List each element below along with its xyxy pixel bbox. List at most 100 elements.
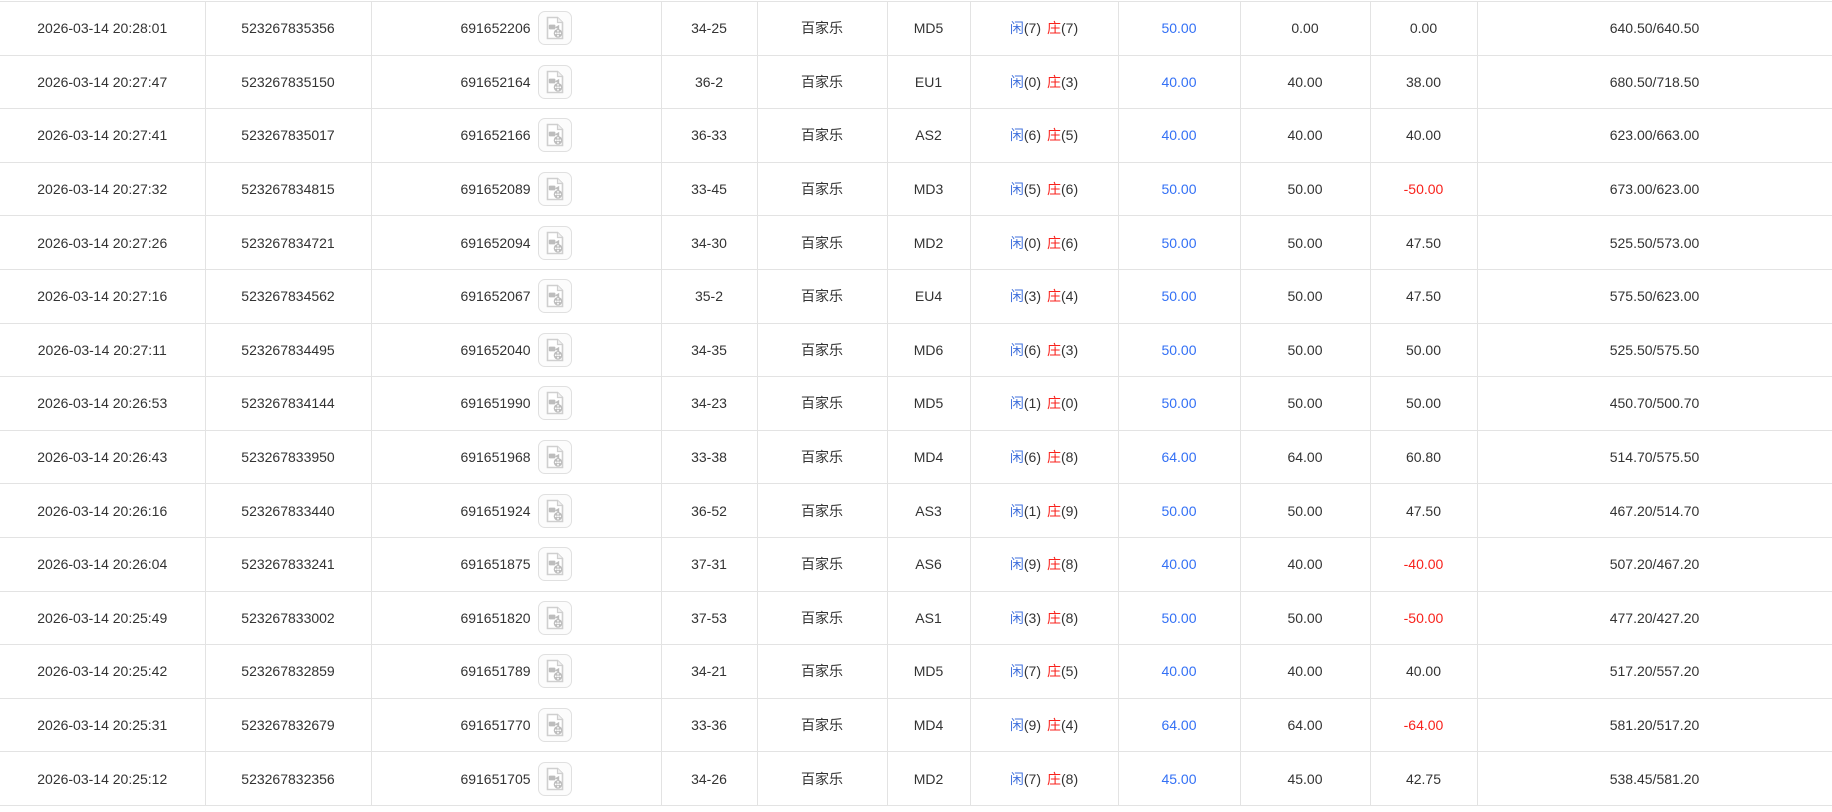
round-number: 691651770: [460, 717, 531, 734]
shoe-round-cell: 37-31: [660, 536, 758, 592]
player-banker-cell: 闲(6) 庄(5): [969, 108, 1119, 163]
round-number-cell: 691651789: [370, 644, 662, 699]
player-points: (7): [1023, 663, 1041, 680]
win-loss-cell: -40.00: [1369, 536, 1478, 592]
video-replay-button[interactable]: [537, 225, 572, 260]
player-banker-cell: 闲(5) 庄(6): [969, 161, 1119, 217]
player-points: (0): [1023, 234, 1041, 251]
bet-number-cell: 523267834495: [204, 322, 372, 378]
banker-label: 庄: [1047, 127, 1061, 144]
video-replay-button[interactable]: [537, 172, 572, 207]
player-points: (6): [1023, 341, 1041, 358]
video-replay-button[interactable]: [537, 493, 572, 528]
player-banker-cell: 闲(0) 庄(3): [969, 54, 1119, 110]
banker-label: 庄: [1047, 73, 1061, 90]
banker-label: 庄: [1047, 502, 1061, 519]
player-label: 闲: [1009, 20, 1024, 37]
video-replay-button[interactable]: [537, 11, 572, 46]
video-replay-button[interactable]: [537, 118, 572, 153]
shoe-round-cell: 34-23: [660, 376, 758, 431]
table-code-cell: MD6: [886, 322, 971, 378]
bet-amount-cell: 50.00: [1117, 1, 1241, 56]
shoe-round-cell: 34-26: [660, 751, 758, 806]
shoe-round-cell: 34-25: [660, 1, 758, 56]
shoe-round-cell: 36-33: [660, 108, 758, 163]
valid-amount-cell: 40.00: [1239, 644, 1371, 699]
player-banker-cell: 闲(7) 庄(8): [969, 751, 1119, 806]
balance-cell: 575.50/623.00: [1476, 268, 1832, 324]
win-loss-cell: -50.00: [1369, 590, 1478, 646]
game-name-cell: 百家乐: [756, 108, 888, 163]
video-replay-button[interactable]: [537, 761, 572, 796]
banker-label: 庄: [1047, 609, 1061, 626]
player-label: 闲: [1009, 770, 1024, 787]
table-row: 2026-03-14 20:27:32 523267834815 6916520…: [0, 161, 1832, 217]
table-row: 2026-03-14 20:25:49 523267833002 6916518…: [0, 590, 1832, 646]
video-replay-button[interactable]: [537, 547, 572, 582]
bet-amount-cell: 40.00: [1117, 108, 1241, 163]
video-camera-icon: [546, 767, 563, 790]
game-name-cell: 百家乐: [756, 215, 888, 270]
player-points: (3): [1023, 609, 1041, 626]
video-replay-button[interactable]: [537, 654, 572, 689]
banker-label: 庄: [1047, 288, 1061, 305]
table-code-cell: AS1: [886, 590, 971, 646]
win-loss-cell: -64.00: [1369, 697, 1478, 753]
player-banker-cell: 闲(9) 庄(4): [969, 697, 1119, 753]
bet-amount-cell: 40.00: [1117, 644, 1241, 699]
bet-amount-cell: 50.00: [1117, 590, 1241, 646]
video-camera-icon: [546, 70, 563, 94]
bet-amount-cell: 64.00: [1117, 697, 1241, 753]
bet-amount-cell: 50.00: [1117, 376, 1241, 431]
balance-cell: 525.50/575.50: [1476, 322, 1832, 378]
bet-time-cell: 2026-03-14 20:26:43: [0, 429, 206, 485]
valid-amount-cell: 0.00: [1239, 1, 1371, 56]
player-banker-cell: 闲(7) 庄(7): [969, 1, 1119, 56]
video-replay-button[interactable]: [537, 386, 572, 421]
table-body: 2026-03-14 20:28:01 523267835356 6916522…: [0, 1, 1832, 806]
banker-label: 庄: [1047, 663, 1061, 680]
banker-points: (0): [1061, 395, 1079, 412]
balance-cell: 680.50/718.50: [1476, 54, 1832, 110]
win-loss-cell: 50.00: [1369, 322, 1478, 378]
table-code-cell: AS6: [886, 536, 971, 592]
bet-number-cell: 523267835150: [204, 54, 372, 110]
video-replay-button[interactable]: [537, 332, 572, 367]
bet-amount-cell: 50.00: [1117, 161, 1241, 217]
video-replay-button[interactable]: [537, 708, 572, 743]
valid-amount-cell: 40.00: [1239, 54, 1371, 110]
shoe-round-cell: 33-38: [660, 429, 758, 485]
video-replay-button[interactable]: [537, 440, 572, 475]
player-label: 闲: [1009, 502, 1024, 519]
video-camera-icon: [546, 552, 563, 576]
bet-number-cell: 523267834721: [204, 215, 372, 270]
win-loss-cell: 0.00: [1369, 1, 1478, 56]
valid-amount-cell: 40.00: [1239, 108, 1371, 163]
player-label: 闲: [1009, 395, 1024, 412]
game-name-cell: 百家乐: [756, 376, 888, 431]
banker-points: (8): [1061, 770, 1079, 787]
video-replay-button[interactable]: [537, 279, 572, 314]
round-number: 691652206: [460, 20, 531, 37]
banker-points: (6): [1061, 181, 1079, 198]
round-number: 691651820: [460, 609, 531, 626]
game-name-cell: 百家乐: [756, 161, 888, 217]
balance-cell: 467.20/514.70: [1476, 483, 1832, 538]
bet-amount-cell: 50.00: [1117, 215, 1241, 270]
game-name-cell: 百家乐: [756, 590, 888, 646]
round-number: 691651789: [460, 663, 531, 680]
player-points: (3): [1023, 288, 1041, 305]
bet-time-cell: 2026-03-14 20:25:49: [0, 590, 206, 646]
video-replay-button[interactable]: [537, 600, 572, 635]
game-name-cell: 百家乐: [756, 751, 888, 806]
round-number-cell: 691651820: [370, 590, 662, 646]
game-name-cell: 百家乐: [756, 697, 888, 753]
bet-records-table: 2026-03-14 20:28:01 523267835356 6916522…: [0, 1, 1832, 806]
table-row: 2026-03-14 20:27:26 523267834721 6916520…: [0, 215, 1832, 270]
round-number: 691651705: [460, 770, 531, 787]
video-replay-button[interactable]: [537, 64, 572, 99]
video-camera-icon: [546, 177, 563, 201]
round-number: 691652040: [460, 341, 531, 358]
valid-amount-cell: 50.00: [1239, 268, 1371, 324]
bet-time-cell: 2026-03-14 20:26:16: [0, 483, 206, 538]
